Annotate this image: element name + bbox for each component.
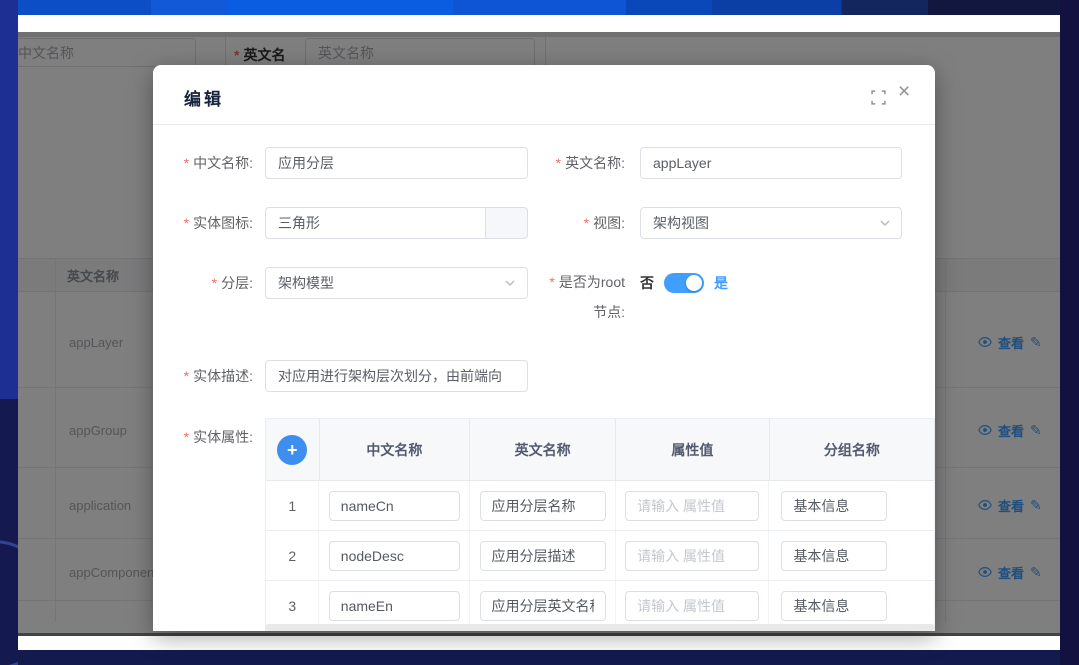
en-name-input[interactable] [640, 147, 902, 179]
chevron-down-icon [878, 216, 892, 230]
attr-en-input[interactable] [480, 491, 606, 521]
attr-row: 1 [266, 481, 935, 531]
en-name-label: *英文名称: [535, 147, 625, 179]
attr-header-en: 英文名称 [470, 419, 616, 480]
required-mark: * [184, 215, 189, 231]
required-mark: * [184, 368, 189, 384]
attr-value-input[interactable] [625, 591, 759, 621]
decor-band-left [0, 0, 18, 665]
required-mark: * [184, 429, 189, 445]
attr-cn-input[interactable] [329, 591, 460, 621]
attr-group-input[interactable] [781, 491, 887, 521]
toggle-on-label: 是 [714, 273, 728, 293]
required-mark: * [584, 215, 589, 231]
screen: *英文名 英文名称 appLayer appGroup application … [0, 0, 1079, 665]
is-root-label: *是否为root节点: [547, 267, 625, 327]
is-root-toggle[interactable] [664, 273, 704, 293]
cn-name-label: *中文名称: [163, 147, 253, 179]
entity-icon-picker-button[interactable] [485, 207, 528, 239]
close-icon[interactable]: × [898, 81, 910, 102]
fullscreen-icon[interactable] [871, 90, 886, 105]
attr-group-input[interactable] [781, 541, 887, 571]
attr-en-input[interactable] [480, 591, 606, 621]
view-select[interactable] [640, 207, 902, 239]
entity-desc-label: *实体描述: [163, 360, 253, 392]
entity-icon-label: *实体图标: [163, 207, 253, 239]
toggle-off-label: 否 [640, 273, 654, 293]
layer-label: *分层: [163, 267, 253, 299]
attr-table: + 中文名称 英文名称 属性值 分组名称 1 2 [265, 418, 935, 631]
decor-arc [0, 540, 18, 665]
required-mark: * [212, 275, 217, 291]
attr-header-value: 属性值 [616, 419, 770, 480]
attr-header-group: 分组名称 [770, 419, 935, 480]
attr-row-index: 1 [266, 481, 319, 530]
window-chrome-top [18, 15, 1060, 32]
attr-cn-input[interactable] [329, 541, 460, 571]
entity-attrs-label: *实体属性: [163, 421, 253, 453]
attr-row-index: 2 [266, 531, 319, 580]
is-root-field: 否 是 [640, 267, 728, 299]
attr-cn-input[interactable] [329, 491, 460, 521]
attr-en-input[interactable] [480, 541, 606, 571]
toggle-knob [686, 275, 702, 291]
attr-row-index: 3 [266, 581, 319, 630]
decor-band-right [1060, 0, 1079, 665]
attr-header-cn: 中文名称 [320, 419, 471, 480]
required-mark: * [549, 274, 554, 290]
dialog-title: 编辑 [184, 85, 224, 110]
required-mark: * [184, 155, 189, 171]
attr-row: 2 [266, 531, 935, 581]
attr-value-input[interactable] [625, 491, 759, 521]
attr-table-scrollbar[interactable] [265, 624, 935, 631]
attr-group-input[interactable] [781, 591, 887, 621]
view-label: *视图: [535, 207, 625, 239]
edit-dialog: 编辑 × *中文名称: *英文名称: *实体图标: *视图: [153, 65, 935, 631]
chevron-down-icon [503, 276, 517, 290]
layer-select[interactable] [265, 267, 528, 299]
cn-name-input[interactable] [265, 147, 528, 179]
attr-value-input[interactable] [625, 541, 759, 571]
dialog-header: 编辑 × [153, 65, 935, 125]
entity-desc-input[interactable] [265, 360, 528, 392]
required-mark: * [556, 155, 561, 171]
attr-table-header: + 中文名称 英文名称 属性值 分组名称 [266, 419, 935, 481]
window-chrome-bottom [18, 636, 1060, 650]
add-attr-button[interactable]: + [277, 435, 307, 465]
attr-header-add: + [266, 419, 320, 480]
decor-band-top [0, 0, 1079, 15]
